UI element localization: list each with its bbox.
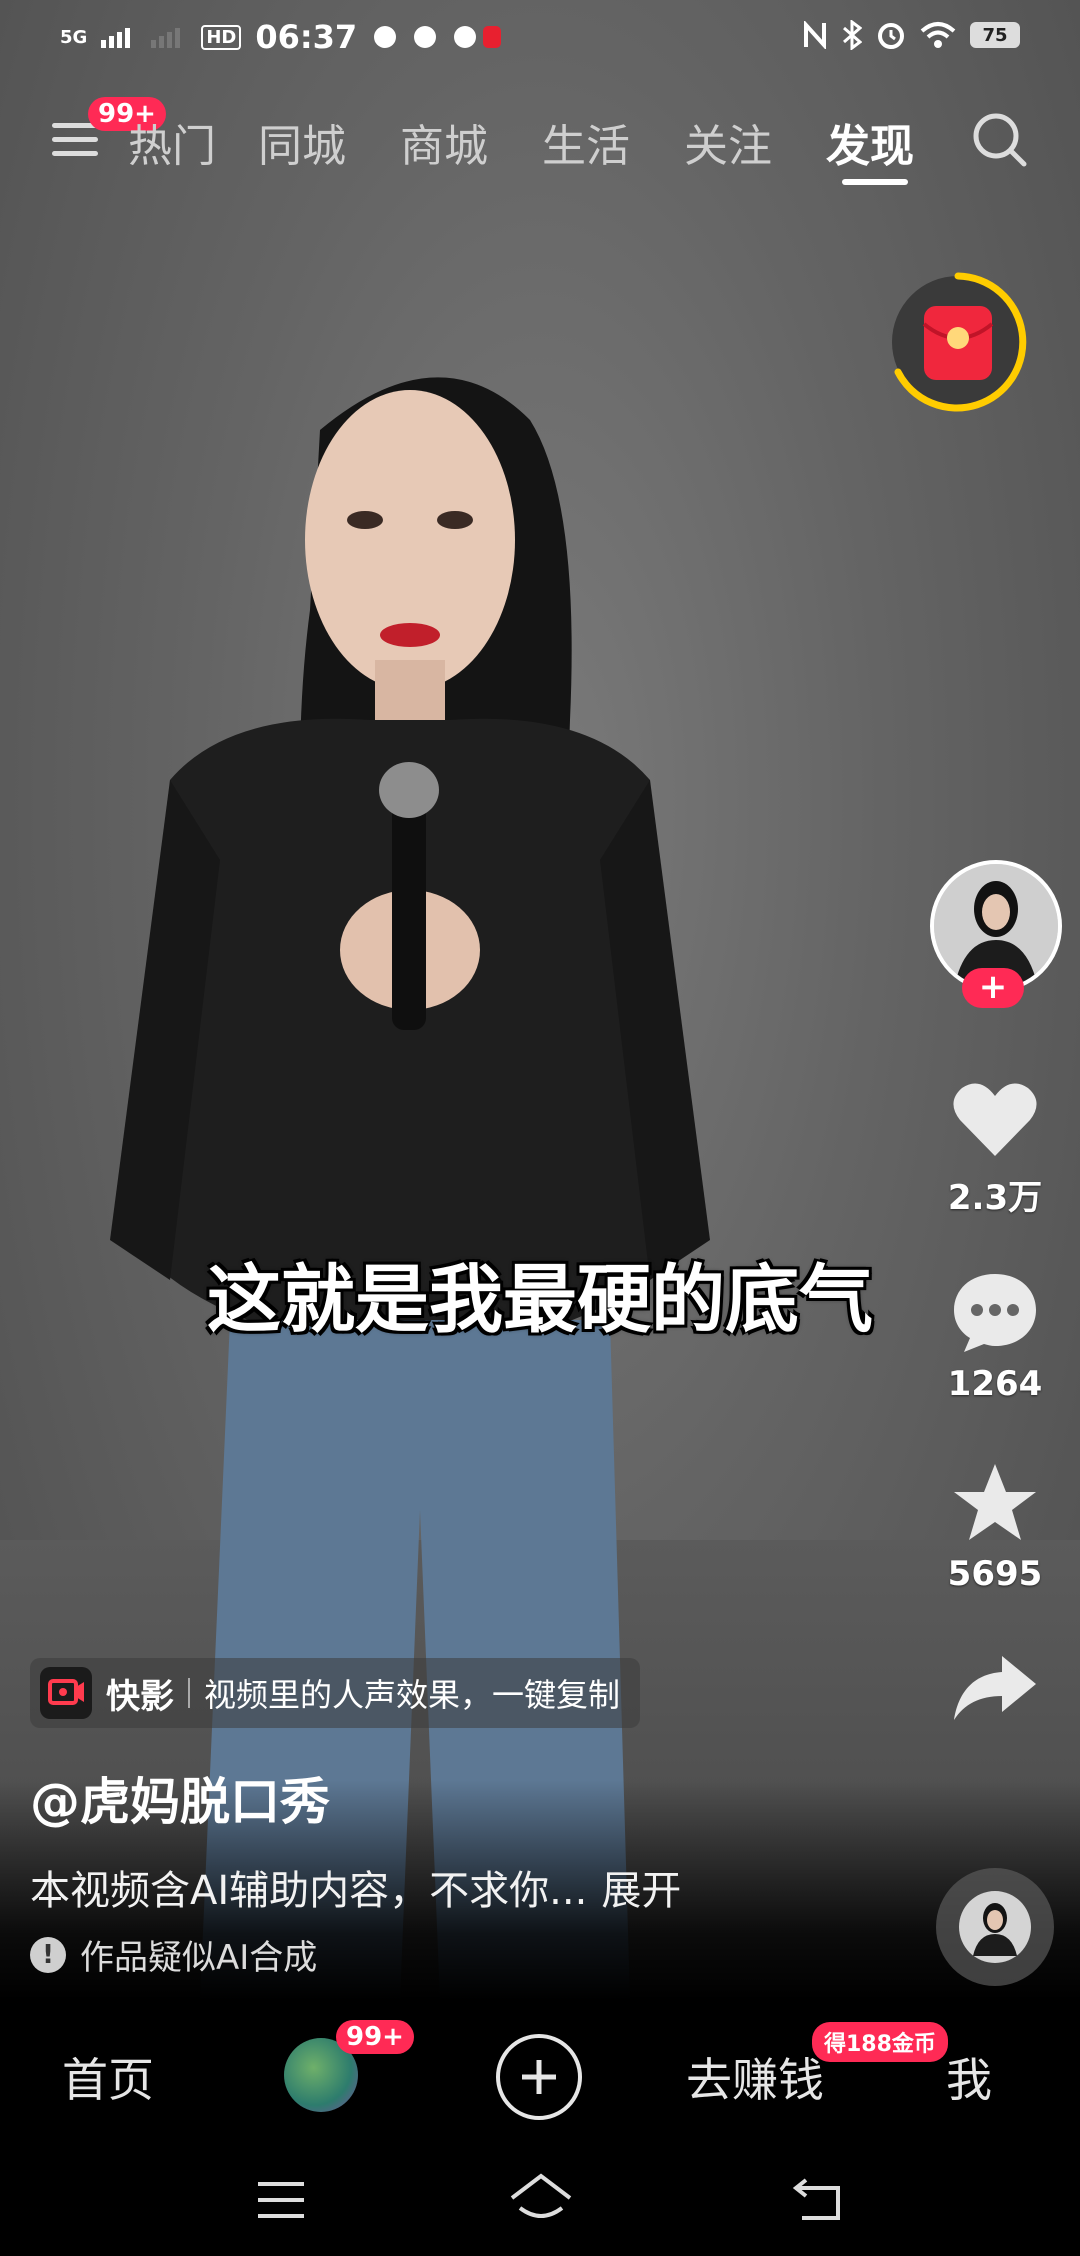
promo-app-name: 快影 xyxy=(106,1676,174,1717)
top-nav: 99+ 热门 同城 商城 生活 关注 发现 xyxy=(0,95,1080,195)
home-icon[interactable] xyxy=(508,2172,574,2224)
wifi-icon xyxy=(920,22,956,48)
promo-divider xyxy=(188,1678,190,1708)
exclamation-icon: ! xyxy=(30,1936,66,1973)
red-packet-icon[interactable] xyxy=(888,272,1028,412)
system-nav-bar xyxy=(0,2150,1080,2256)
friends-badge: 99+ xyxy=(336,2020,414,2054)
tab-local[interactable]: 同城 xyxy=(258,110,346,174)
heart-icon xyxy=(953,1083,1037,1156)
video-subtitle: 这就是我最硬的底气 xyxy=(207,1257,873,1343)
description-text: 本视频含AI辅助内容，不求你... xyxy=(30,1868,588,1914)
follow-button[interactable]: + xyxy=(962,968,1024,1008)
video-speaker-figure xyxy=(110,377,710,2000)
status-bar: 5G HD 06:37 75 xyxy=(0,0,1080,80)
bottom-nav: 首页 99+ 去赚钱 得188金币 我 xyxy=(0,2000,1080,2150)
tab-life[interactable]: 生活 xyxy=(542,110,630,174)
music-disc-avatar[interactable] xyxy=(936,1868,1054,1986)
favorite-button[interactable]: 5695 xyxy=(920,1460,1070,1594)
video-description[interactable]: 本视频含AI辅助内容，不求你... 展开 xyxy=(30,1858,681,1916)
network-type: 5G xyxy=(60,26,88,48)
expand-link[interactable]: 展开 xyxy=(601,1868,681,1914)
recents-icon[interactable] xyxy=(256,2178,306,2222)
tab-discover[interactable]: 发现 xyxy=(826,110,914,174)
active-tab-indicator xyxy=(842,179,908,185)
like-count: 2.3万 xyxy=(947,1178,1043,1218)
app-root: 5G HD 06:37 75 99+ 热门 同城 商城 生活 关注 发现 这就是… xyxy=(0,0,1080,2256)
bluetooth-icon xyxy=(843,20,862,50)
create-button[interactable] xyxy=(496,2034,582,2120)
share-icon xyxy=(954,1656,1036,1720)
back-icon[interactable] xyxy=(792,2176,842,2222)
comment-icon xyxy=(954,1274,1036,1352)
tab-mall[interactable]: 商城 xyxy=(400,110,488,174)
star-icon xyxy=(954,1464,1036,1540)
tab-hot[interactable]: 热门 xyxy=(128,110,216,174)
kuaiying-app-icon xyxy=(40,1667,92,1719)
ai-notice-text: 作品疑似AI合成 xyxy=(80,1938,318,1978)
like-button[interactable]: 2.3万 xyxy=(920,1080,1070,1219)
comment-count: 1264 xyxy=(947,1364,1043,1404)
signal-2-icon xyxy=(151,28,181,48)
share-button[interactable] xyxy=(920,1652,1070,1726)
nav-earn[interactable]: 去赚钱 xyxy=(686,2044,824,2110)
hd-icon: HD xyxy=(201,24,242,50)
earn-badge: 得188金币 xyxy=(812,2022,948,2062)
nfc-icon xyxy=(804,21,826,49)
app-promo-chip[interactable]: 快影 视频里的人声效果，一键复制 xyxy=(30,1658,641,1728)
plus-icon xyxy=(522,2060,556,2094)
search-icon[interactable] xyxy=(970,110,1030,170)
nav-me[interactable]: 我 xyxy=(946,2044,992,2110)
signal-icon xyxy=(101,28,131,48)
nav-home[interactable]: 首页 xyxy=(62,2044,154,2110)
clock: 06:37 xyxy=(255,18,358,56)
author-name[interactable]: @虎妈脱口秀 xyxy=(30,1762,330,1834)
tab-following[interactable]: 关注 xyxy=(684,110,772,174)
ai-notice: ! 作品疑似AI合成 xyxy=(30,1930,317,1979)
comment-button[interactable]: 1264 xyxy=(920,1270,1070,1404)
notification-icons xyxy=(374,26,502,48)
alarm-icon xyxy=(878,23,904,49)
favorite-count: 5695 xyxy=(947,1554,1043,1594)
promo-text: 视频里的人声效果，一键复制 xyxy=(204,1676,621,1714)
battery-indicator: 75 xyxy=(970,22,1020,48)
